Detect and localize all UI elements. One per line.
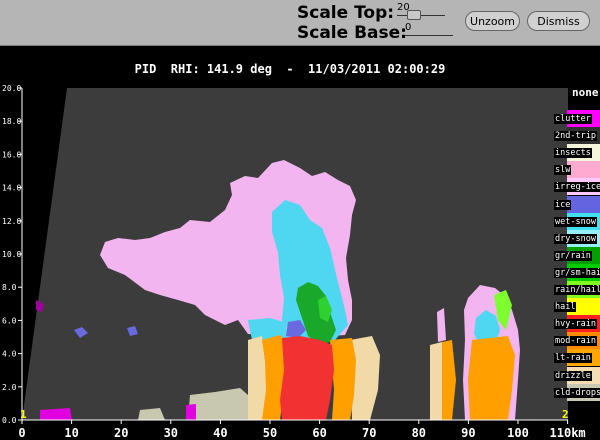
legend-label: dry-snow xyxy=(554,233,597,244)
x-tick-label: 0 xyxy=(18,426,25,440)
y-tick-label: 12.0 xyxy=(2,217,21,226)
legend-swatch xyxy=(567,195,600,213)
hvy-rain-echo xyxy=(280,336,334,420)
legend-label: gr/sm-hail xyxy=(554,267,600,278)
legend-label: drizzle xyxy=(554,370,592,381)
x-tick-label: 110km xyxy=(550,426,586,440)
legend-label: 2nd-trip xyxy=(554,131,597,142)
legend-item: mod-rain xyxy=(552,332,600,350)
x-axis-ticks: 0 10 20 30 40 50 60 70 80 90 100 110km xyxy=(18,420,586,440)
legend-label: ice xyxy=(554,199,572,210)
x-tick-label: 40 xyxy=(213,426,227,440)
y-tick-label: 18.0 xyxy=(2,117,21,126)
x-tick-label: 70 xyxy=(362,426,376,440)
legend-item: rain/hail xyxy=(552,281,600,298)
legend-item: irreg-ice xyxy=(552,178,600,196)
y-tick-label: 14.0 xyxy=(2,184,21,193)
legend-item: hvy-rain xyxy=(552,315,600,333)
y-tick-label: 8.0 xyxy=(2,283,17,292)
legend-label: mod-rain xyxy=(554,336,597,347)
rhi-plot[interactable]: 0 10 20 30 40 50 60 70 80 90 100 110km 0.0 2.0 4.0 6.0… xyxy=(0,0,600,440)
legend-label: lt-rain xyxy=(554,353,592,364)
legend-item: dry-snow xyxy=(552,229,600,247)
legend-item: gr/rain xyxy=(552,246,600,264)
legend-item: wet-snow xyxy=(552,212,600,230)
legend-swatch xyxy=(567,161,600,179)
legend-item: hail xyxy=(552,298,600,316)
legend-item: cld-drops xyxy=(552,383,600,401)
legend-item: slw xyxy=(552,161,600,179)
y-tick-label: 0.0 xyxy=(2,416,17,425)
legend-item: lt-rain xyxy=(552,349,600,367)
x-tick-label: 30 xyxy=(164,426,178,440)
legend-label: wet-snow xyxy=(554,216,597,227)
corner-label-left: 1 xyxy=(20,408,27,421)
y-axis-ticks: 0.0 2.0 4.0 6.0 8.0 10.0 12.0 14.0 16.0 18.0 20.0 xyxy=(2,84,22,425)
x-tick-label: 10 xyxy=(64,426,78,440)
clutter-echo-2 xyxy=(40,408,72,420)
legend-label: hvy-rain xyxy=(554,319,597,330)
y-tick-label: 6.0 xyxy=(2,316,17,325)
legend-label: irreg-ice xyxy=(554,182,600,193)
x-tick-label: 20 xyxy=(114,426,128,440)
legend-label: slw xyxy=(554,165,572,176)
legend-label: insects xyxy=(554,148,592,159)
legend-item: clutter xyxy=(552,110,600,127)
x-tick-label: 100 xyxy=(507,426,529,440)
y-tick-label: 10.0 xyxy=(2,250,21,259)
legend-item: ice xyxy=(552,195,600,213)
clutter-echo xyxy=(186,404,196,420)
x-tick-label: 90 xyxy=(461,426,475,440)
legend-label: clutter xyxy=(554,114,592,124)
x-tick-label: 50 xyxy=(263,426,277,440)
legend-label: rain/hail xyxy=(554,285,600,295)
legend-item: insects xyxy=(552,144,600,162)
y-tick-label: 4.0 xyxy=(2,350,17,359)
legend-label: gr/rain xyxy=(554,250,592,261)
y-tick-label: 20.0 xyxy=(2,84,21,93)
legend-item: gr/sm-hail xyxy=(552,263,600,281)
legend-label: cld-drops xyxy=(554,387,600,398)
right-cell-rain xyxy=(468,336,515,420)
x-tick-label: 80 xyxy=(412,426,426,440)
y-tick-label: 16.0 xyxy=(2,150,21,159)
corner-label-right: 2 xyxy=(562,408,569,421)
legend-item: 2nd-trip xyxy=(552,127,600,145)
legend-header: none xyxy=(572,86,599,99)
legend-item: drizzle xyxy=(552,366,600,384)
y-tick-label: 2.0 xyxy=(2,383,17,392)
legend-label: hail xyxy=(554,302,577,313)
x-tick-label: 60 xyxy=(312,426,326,440)
